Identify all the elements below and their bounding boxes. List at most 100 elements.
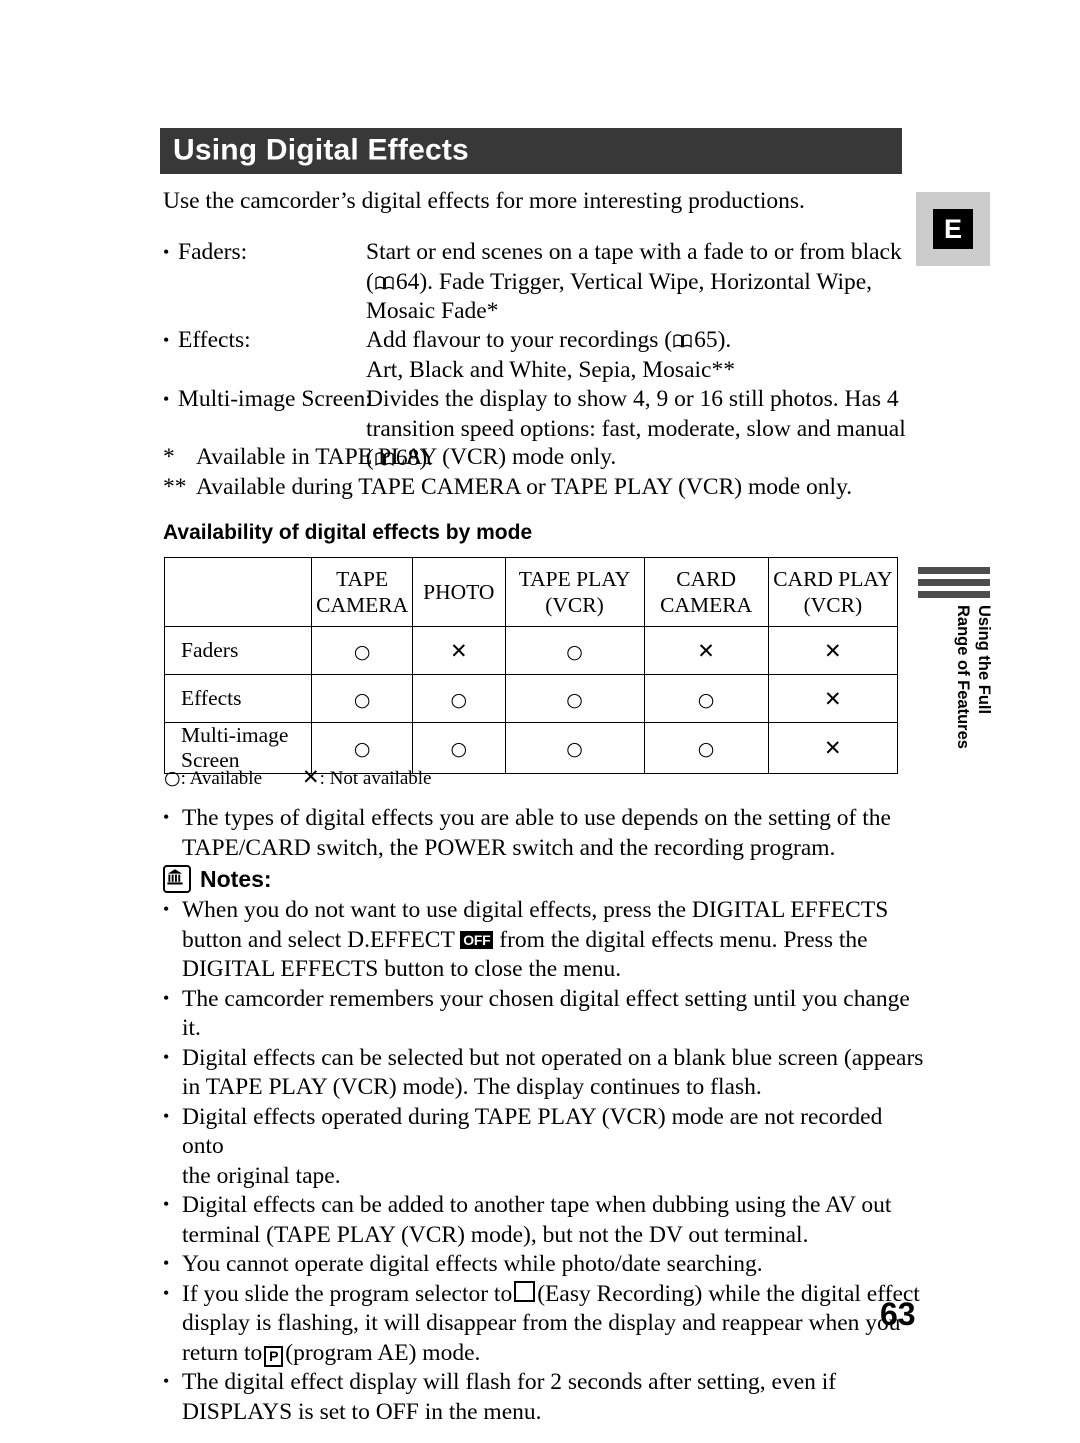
section-header-bar: Using Digital Effects xyxy=(160,128,902,174)
table-row: Effects ○ ○ ○ ○ ✕ xyxy=(163,674,899,723)
table-row-label-faders: Faders xyxy=(163,626,313,675)
book-icon xyxy=(673,334,692,348)
bullet-glyph: • xyxy=(163,1046,170,1067)
bullet-glyph: • xyxy=(163,1282,170,1303)
header-line: TAPE xyxy=(336,567,389,591)
availability-mark: ✕ xyxy=(449,638,468,663)
header-line: CARD xyxy=(676,567,736,591)
table-cell: ○ xyxy=(311,674,414,723)
availability-mark: ○ xyxy=(353,688,371,711)
note-line: When you do not want to use digital effe… xyxy=(182,897,889,923)
header-line: TAPE PLAY xyxy=(518,567,631,591)
note-item-3: • Digital effects can be selected but no… xyxy=(163,1044,925,1103)
availability-mark: ○ xyxy=(566,738,583,760)
table-header-row: TAPE CAMERA PHOTO TAPE PLAY (VCR) CARD C… xyxy=(163,557,899,627)
table-corner-cell xyxy=(163,557,313,627)
note-item-6: • You cannot operate digital effects whi… xyxy=(163,1250,925,1280)
availability-table: TAPE CAMERA PHOTO TAPE PLAY (VCR) CARD C… xyxy=(163,557,899,774)
table-cell: ✕ xyxy=(767,674,899,723)
note-item-4: • Digital effects operated during TAPE P… xyxy=(163,1103,925,1192)
notes-icon xyxy=(163,865,191,893)
section-side-tab: Using the Full Range of Features xyxy=(908,565,994,785)
note-line: from the digital effects menu. Press the xyxy=(499,926,868,953)
note-line: (program AE) mode. xyxy=(285,1339,481,1366)
header-line: (VCR) xyxy=(545,593,604,617)
note-line: the original tape. xyxy=(182,1162,341,1189)
side-tab-bar-1 xyxy=(918,567,990,574)
table-row: Multi-image Screen ○ ○ ○ ○ ✕ xyxy=(163,722,899,774)
manual-page: Using Digital Effects E Using the Full R… xyxy=(0,0,1080,1443)
table-col-header-tape-camera: TAPE CAMERA xyxy=(311,557,414,627)
availability-mark: ○ xyxy=(450,688,468,711)
page-number: 63 xyxy=(880,1296,916,1332)
availability-mark: ○ xyxy=(353,640,371,663)
program-ae-icon: P xyxy=(264,1345,284,1367)
note-line: The camcorder remembers your chosen digi… xyxy=(182,985,910,1042)
bullet-item: • The types of digital effects you are a… xyxy=(163,804,923,863)
header-line: CARD PLAY xyxy=(773,567,893,591)
feature-definition-list: • Faders: Start or end scenes on a tape … xyxy=(163,238,923,473)
definition-line: Art, Black and White, Sepia, Mosaic** xyxy=(366,356,735,383)
definition-term: Effects: xyxy=(178,327,251,353)
bullet-glyph: • xyxy=(163,807,170,827)
table-row: Faders ○ ✕ ○ ✕ ✕ xyxy=(163,626,899,675)
definition-description: Add flavour to your recordings (65). Art… xyxy=(366,326,923,385)
table-cell: ○ xyxy=(504,626,645,675)
legend-not-available-symbol: ✕ xyxy=(302,765,320,789)
side-tab-label: Using the Full Range of Features xyxy=(954,605,993,749)
bullet-glyph: • xyxy=(163,899,170,919)
note-item-1: • When you do not want to use digital ef… xyxy=(163,896,925,985)
note-item-2: • The camcorder remembers your chosen di… xyxy=(163,985,925,1044)
note-line: (Easy Recording) while the digital effec… xyxy=(537,1280,920,1307)
note-item-7: • If you slide the program selector to (E… xyxy=(163,1280,925,1369)
pre-notes-bullets: • The types of digital effects you are a… xyxy=(163,804,923,863)
header-line: CAMERA xyxy=(316,593,409,617)
availability-mark: ○ xyxy=(353,738,371,760)
d-effect-off-icon: OFF xyxy=(460,930,494,949)
notes-heading: Notes: xyxy=(163,864,272,894)
definition-line: 64). Fade Trigger, Vertical Wipe, Horizo… xyxy=(395,268,873,295)
row-label-line: Multi-image xyxy=(181,723,289,747)
table-cell: ○ xyxy=(504,674,645,723)
table-legend: ○: Available ✕: Not available xyxy=(164,767,432,791)
edition-tab-label: E xyxy=(933,209,973,249)
definition-line: transition speed options: fast, moderate… xyxy=(366,415,906,442)
table-cell: ○ xyxy=(311,626,414,675)
edition-tab: E xyxy=(916,192,990,266)
table-col-header-tape-play: TAPE PLAY (VCR) xyxy=(504,557,645,627)
definition-faders: • Faders: Start or end scenes on a tape … xyxy=(163,238,923,326)
availability-mark: ○ xyxy=(697,738,715,760)
notes-list: • When you do not want to use digital ef… xyxy=(163,896,925,1427)
bullet-glyph: • xyxy=(163,987,170,1008)
note-line: The digital effect display will flash fo… xyxy=(182,1369,837,1395)
availability-mark: ✕ xyxy=(824,736,842,760)
table-caption: Availability of digital effects by mode xyxy=(163,521,533,544)
availability-table-wrapper: TAPE CAMERA PHOTO TAPE PLAY (VCR) CARD C… xyxy=(163,557,899,774)
definition-line: Start or end scenes on a tape with a fad… xyxy=(366,239,902,265)
note-line: If you slide the program selector to xyxy=(182,1280,513,1307)
bullet-glyph: • xyxy=(163,242,170,262)
note-line: Digital effects operated during TAPE PLA… xyxy=(182,1103,883,1160)
footnote-text: Available during TAPE CAMERA or TAPE PLA… xyxy=(196,473,853,500)
bullet-glyph: • xyxy=(163,330,170,350)
table-cell: ○ xyxy=(643,722,769,774)
table-col-header-card-play: CARD PLAY (VCR) xyxy=(767,557,899,627)
bullet-glyph: • xyxy=(163,1194,170,1214)
definition-line: Add flavour to your recordings ( xyxy=(366,327,673,353)
footnote-marker: * xyxy=(163,444,175,470)
side-tab-bar-3 xyxy=(918,591,990,598)
table-cell: ○ xyxy=(412,674,506,723)
footnote-marker: ** xyxy=(163,473,187,500)
availability-mark: ○ xyxy=(450,738,468,760)
availability-mark: ✕ xyxy=(824,638,842,663)
note-item-8: • The digital effect display will flash … xyxy=(163,1368,925,1427)
availability-mark: ○ xyxy=(566,640,583,663)
header-line: CAMERA xyxy=(660,593,753,617)
legend-available-symbol: ○ xyxy=(164,767,181,789)
note-line: DISPLAYS is set to OFF in the menu. xyxy=(182,1398,542,1425)
footnote-text: Available in TAPE PLAY (VCR) mode only. xyxy=(196,444,617,470)
header-line: (VCR) xyxy=(803,593,863,617)
definition-term: Multi-image Screen: xyxy=(178,386,372,412)
table-col-header-photo: PHOTO xyxy=(412,557,506,627)
side-tab-bar-2 xyxy=(918,579,990,586)
